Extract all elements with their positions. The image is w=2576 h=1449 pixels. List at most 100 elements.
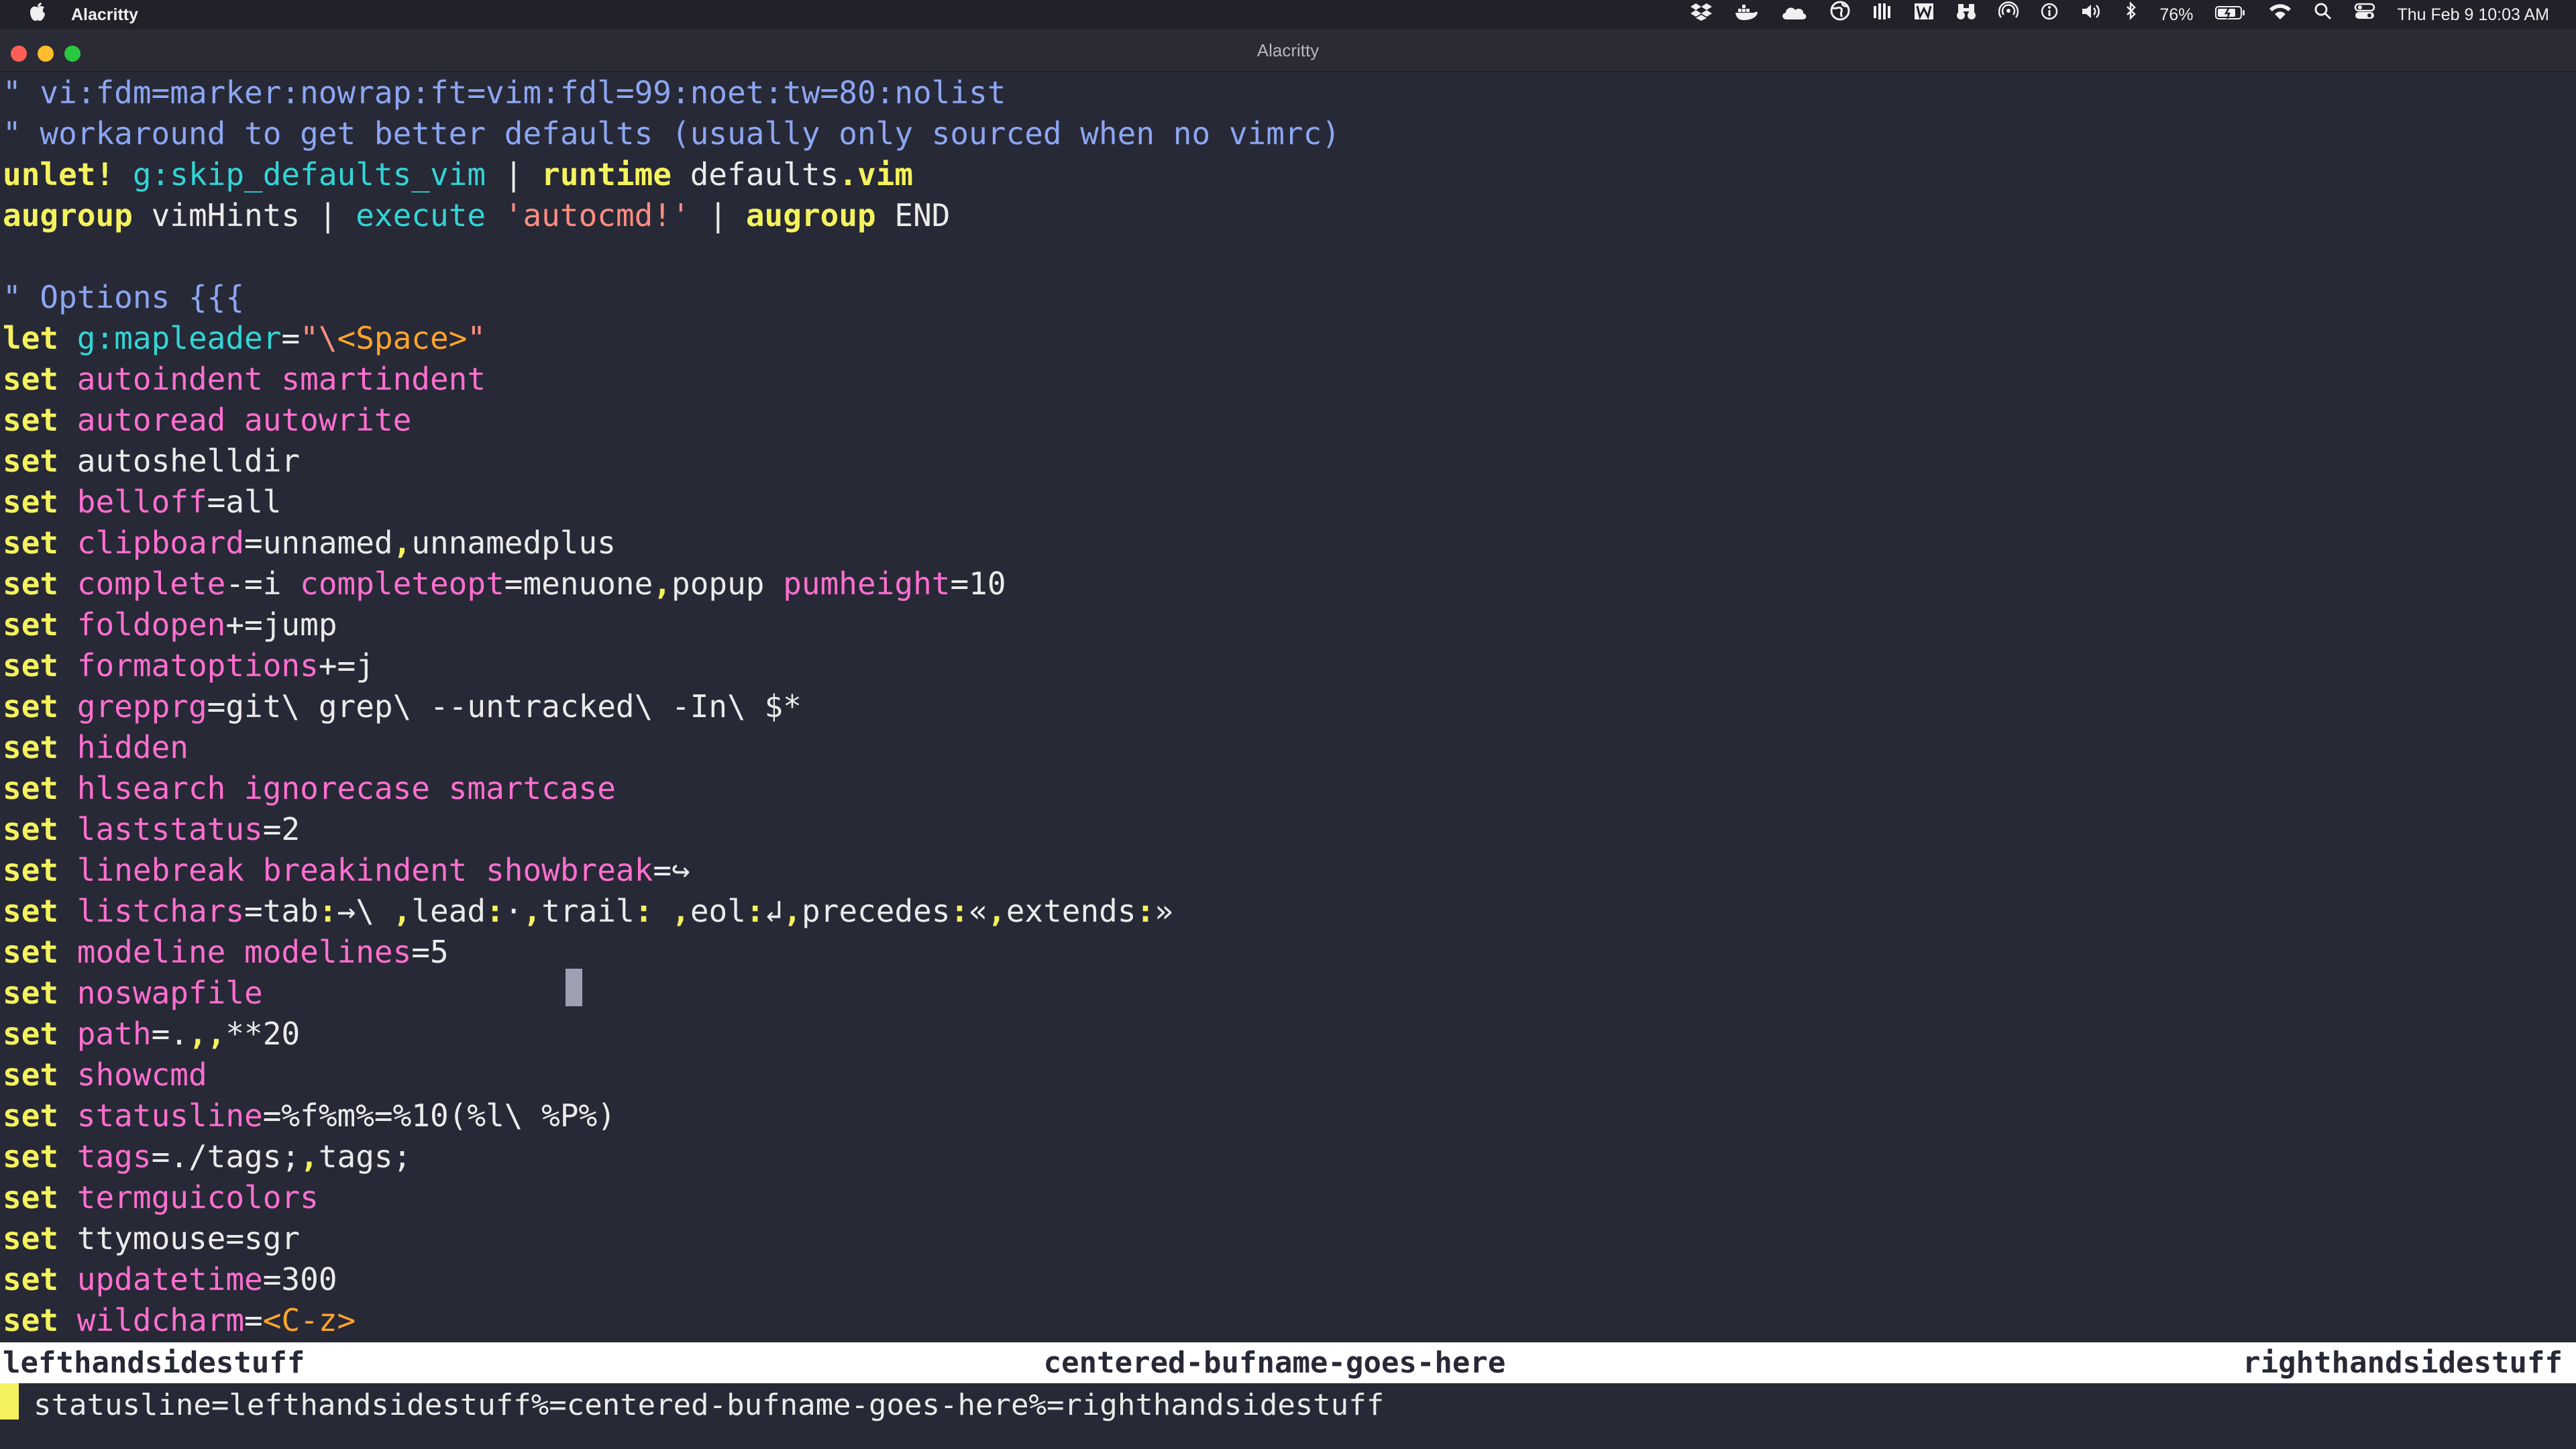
wifi-icon[interactable] <box>2268 0 2292 30</box>
control-center-icon[interactable] <box>2354 0 2375 30</box>
keyword: let <box>3 320 59 356</box>
code-line: set statusline=%f%m%=%10(%l\ %P%) <box>3 1095 616 1136</box>
code-text: =sgr <box>225 1220 301 1256</box>
info-icon[interactable] <box>2040 0 2059 30</box>
bluetooth-icon[interactable] <box>2125 0 2138 30</box>
code-text: =5 <box>411 934 449 970</box>
code-line: set updatetime=300 <box>3 1259 337 1300</box>
dropbox-icon[interactable] <box>1690 0 1713 30</box>
airdrop-icon[interactable] <box>1998 0 2019 30</box>
code-line: unlet! g:skip_defaults_vim | runtime def… <box>3 154 913 195</box>
apple-icon[interactable] <box>27 2 48 28</box>
menubar-clock[interactable]: Thu Feb 9 10:03 AM <box>2397 5 2549 25</box>
option-name: path <box>58 1016 152 1052</box>
vim-command-line[interactable]: statusline=lefthandsidestuff%=centered-b… <box>34 1385 1384 1426</box>
search-icon[interactable] <box>2314 0 2332 30</box>
code-line: set autoshelldir <box>3 441 300 482</box>
option-name: noswapfile <box>58 975 263 1011</box>
separator: , <box>653 566 672 602</box>
code-line: set clipboard=unnamed,unnamedplus <box>3 523 616 564</box>
code-text: =./tags; <box>151 1138 301 1175</box>
comment-text: " Options {{{ <box>3 279 245 315</box>
keyword: set <box>3 1016 59 1052</box>
code-line: set complete-=i completeopt=menuone,popu… <box>3 564 1006 604</box>
option-name: autoindent smartindent <box>58 361 486 397</box>
code-text: END <box>875 197 951 233</box>
battery-icon[interactable] <box>2214 0 2247 30</box>
keyword: set <box>3 1220 59 1256</box>
option-name: clipboard <box>58 525 245 561</box>
option-name: autoread autowrite <box>58 402 412 438</box>
menu-bar: Alacritty 76% Thu Feb 9 10:03 AM <box>0 0 2576 30</box>
code-text: autoshelldir <box>58 443 301 479</box>
keyword: set <box>3 606 59 643</box>
code-line: set hlsearch ignorecase smartcase <box>3 768 616 809</box>
code-text: =tab <box>244 893 319 929</box>
code-text: =↪ <box>653 852 690 888</box>
keyword: set <box>3 1097 59 1134</box>
keyword: set <box>3 770 59 806</box>
window-titlebar[interactable]: Alacritty <box>0 30 2576 72</box>
option-name: grepprg <box>58 688 207 724</box>
w-icon[interactable] <box>1914 0 1934 30</box>
statusline-right: righthandsidestuff <box>2243 1346 2563 1380</box>
bars-icon[interactable] <box>1872 0 1892 30</box>
code-text: +=j <box>318 647 374 684</box>
variable: execute <box>356 197 486 233</box>
separator: , <box>987 893 1006 929</box>
code-text: · <box>504 893 523 929</box>
code-line: set listchars=tab:→\ ,lead:·,trail: ,eol… <box>3 891 1173 932</box>
code-line: let g:mapleader="\<Space>" <box>3 318 486 359</box>
keyword: .vim <box>839 156 914 193</box>
code-text: « <box>969 893 987 929</box>
separator: : <box>318 893 337 929</box>
code-text: **20 <box>225 1016 301 1052</box>
variable: g:skip_defaults_vim <box>132 156 486 193</box>
keyword: set <box>3 729 59 765</box>
separator: : <box>950 893 969 929</box>
variable: g:mapleader <box>76 320 282 356</box>
keyword: set <box>3 1261 59 1297</box>
code-line: set wildcharm=<C-z> <box>3 1300 356 1341</box>
globe-icon[interactable] <box>1829 0 1851 30</box>
code-line: set ttymouse=sgr <box>3 1218 300 1259</box>
option-name: hidden <box>58 729 189 765</box>
code-line: set modeline modelines=5 <box>3 932 449 973</box>
code-line: set formatoptions+=j <box>3 645 374 686</box>
code-line: set path=.,,**20 <box>3 1014 300 1055</box>
statusline-center: centered-bufname-goes-here <box>1043 1346 1506 1380</box>
separator: : <box>634 893 653 929</box>
keyword: unlet! <box>3 156 115 193</box>
binoculars-icon[interactable] <box>1955 0 1977 30</box>
keyword: set <box>3 361 59 397</box>
keyword: set <box>3 688 59 724</box>
option-name: listchars <box>58 893 245 929</box>
highlighted-cell <box>566 969 582 1006</box>
vim-editor-buffer[interactable]: " vi:fdm=marker:nowrap:ft=vim:fdl=99:noe… <box>0 72 2576 1419</box>
option-name: completeopt <box>300 566 504 602</box>
separator: , <box>300 1138 319 1175</box>
cloud-icon[interactable] <box>1780 0 1808 30</box>
code-line: set autoindent smartindent <box>3 359 486 400</box>
string: 'autocmd!' <box>504 197 690 233</box>
code-text: » <box>1155 893 1173 929</box>
special-key: <Space> <box>337 320 468 356</box>
code-text: extends <box>1006 893 1136 929</box>
app-name-menu[interactable]: Alacritty <box>71 5 138 25</box>
code-text: | <box>690 197 746 233</box>
code-text: unnamedplus <box>411 525 616 561</box>
battery-percentage[interactable]: 76% <box>2159 5 2193 25</box>
window-title: Alacritty <box>1256 40 1320 60</box>
code-text: =10 <box>950 566 1006 602</box>
keyword: set <box>3 525 59 561</box>
option-name: updatetime <box>58 1261 263 1297</box>
string: " <box>467 320 486 356</box>
keyword: set <box>3 811 59 847</box>
code-text: +=jump <box>225 606 337 643</box>
docker-icon[interactable] <box>1734 0 1758 30</box>
volume-icon[interactable] <box>2080 0 2103 30</box>
code-text: =git\ grep\ --untracked\ -In\ $* <box>207 688 802 724</box>
